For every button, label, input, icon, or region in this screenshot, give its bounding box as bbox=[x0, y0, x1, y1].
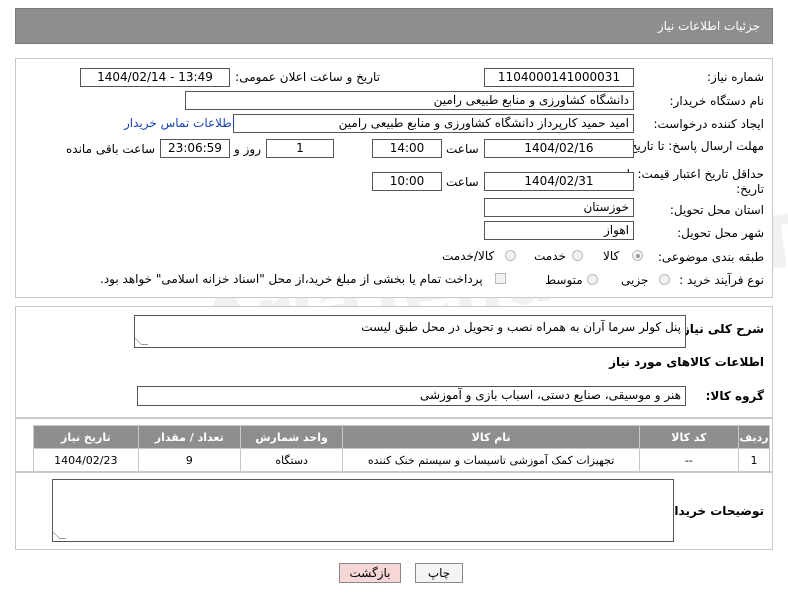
header-item-code: کد کالا bbox=[638, 425, 740, 449]
back-button[interactable]: بازگشت bbox=[339, 563, 401, 583]
description-field: پنل کولر سرما آران به همراه نصب و تحویل … bbox=[134, 315, 686, 348]
need-number-label: شماره نیاز: bbox=[707, 70, 764, 84]
print-button[interactable]: چاپ bbox=[415, 563, 463, 583]
cell-unit: دستگاه bbox=[239, 448, 344, 472]
treasury-payment-checkbox[interactable] bbox=[495, 273, 506, 284]
header-quantity: تعداد / مقدار bbox=[137, 425, 241, 449]
reply-time-field: 14:00 bbox=[372, 139, 442, 158]
header-unit: واحد شمارش bbox=[239, 425, 344, 449]
cell-row-number: 1 bbox=[738, 448, 770, 472]
category-radio-service[interactable] bbox=[572, 250, 583, 261]
page-title: جزئیات اطلاعات نیاز bbox=[657, 19, 760, 33]
category-radio-goods-service[interactable] bbox=[505, 250, 516, 261]
creator-field: امید حمید کارپرداز دانشگاه کشاورزی و منا… bbox=[233, 114, 634, 133]
table-row: 1 -- تجهیزات کمک آموزشی تاسیسات و سیستم … bbox=[33, 448, 770, 472]
need-number-field: 1104000141000031 bbox=[484, 68, 634, 87]
cell-item-code: -- bbox=[638, 448, 740, 472]
price-validity-label: حداقل تاریخ اعتبار قیمت: تا تاریخ: bbox=[626, 167, 764, 196]
day-and-label: روز و bbox=[234, 142, 261, 156]
reply-deadline-label: مهلت ارسال پاسخ: تا تاریخ: bbox=[625, 139, 764, 153]
header-item-name: نام کالا bbox=[342, 425, 640, 449]
creator-label: ایجاد کننده درخواست: bbox=[653, 117, 764, 131]
treasury-payment-note: پرداخت تمام یا بخشی از مبلغ خرید،از محل … bbox=[100, 272, 483, 286]
validity-hour-label: ساعت bbox=[446, 175, 479, 189]
city-label: شهر محل تحویل: bbox=[677, 226, 764, 240]
buyer-notes-label: توضیحات خریدار: bbox=[662, 504, 764, 518]
announce-field: 1404/02/14 - 13:49 bbox=[80, 68, 230, 87]
purchase-type-label: نوع فرآیند خرید : bbox=[679, 273, 764, 287]
province-field: خوزستان bbox=[484, 198, 634, 217]
province-label: استان محل تحویل: bbox=[669, 203, 764, 217]
cell-quantity: 9 bbox=[137, 448, 241, 472]
header-need-date: تاریخ نیاز bbox=[33, 425, 139, 449]
resize-grip-icon[interactable] bbox=[52, 532, 67, 539]
category-option-goods-service: کالا/خدمت bbox=[442, 249, 495, 263]
buyer-org-field: دانشگاه کشاورزی و منابع طبیعی رامین bbox=[185, 91, 634, 110]
goods-group-field: هنر و موسیقی، صنایع دستی، اسباب بازی و آ… bbox=[137, 386, 686, 406]
goods-section-title: اطلاعات کالاهای مورد نیاز bbox=[609, 355, 764, 369]
validity-time-field: 10:00 bbox=[372, 172, 442, 191]
remaining-time-field: 23:06:59 bbox=[160, 139, 230, 158]
announce-label: تاریخ و ساعت اعلان عمومی: bbox=[235, 70, 380, 84]
city-field: اهواز bbox=[484, 221, 634, 240]
reply-hour-label: ساعت bbox=[446, 142, 479, 156]
remaining-label: ساعت باقی مانده bbox=[66, 142, 156, 156]
goods-group-label: گروه کالا: bbox=[705, 389, 764, 403]
resize-grip-icon[interactable] bbox=[134, 338, 149, 345]
days-field: 1 bbox=[266, 139, 334, 158]
cell-need-date: 1404/02/23 bbox=[33, 448, 139, 472]
cell-item-name: تجهیزات کمک آموزشی تاسیسات و سیستم خنک ک… bbox=[342, 448, 640, 472]
buyer-notes-field[interactable] bbox=[52, 479, 674, 542]
table-header-row: ردیف کد کالا نام کالا واحد شمارش تعداد /… bbox=[33, 425, 770, 449]
purchase-option-medium: متوسط bbox=[545, 273, 583, 287]
reply-date-field: 1404/02/16 bbox=[484, 139, 634, 158]
items-table: ردیف کد کالا نام کالا واحد شمارش تعداد /… bbox=[33, 425, 770, 472]
category-radio-goods[interactable] bbox=[632, 250, 643, 261]
category-option-goods: کالا bbox=[603, 249, 620, 263]
description-label: شرح کلی نیاز: bbox=[678, 322, 764, 336]
buyer-org-label: نام دستگاه خریدار: bbox=[669, 94, 765, 108]
purchase-option-minor: جزیی bbox=[621, 273, 649, 287]
buyer-contact-link[interactable]: اطلاعات تماس خریدار bbox=[124, 116, 235, 130]
page-header: جزئیات اطلاعات نیاز bbox=[15, 8, 773, 44]
validity-date-field: 1404/02/31 bbox=[484, 172, 634, 191]
purchase-radio-minor[interactable] bbox=[659, 274, 670, 285]
header-row-number: ردیف bbox=[738, 425, 770, 449]
category-option-service: خدمت bbox=[534, 249, 566, 263]
purchase-radio-medium[interactable] bbox=[587, 274, 598, 285]
category-label: طبقه بندی موضوعی: bbox=[657, 250, 764, 264]
description-text: پنل کولر سرما آران به همراه نصب و تحویل … bbox=[361, 320, 681, 334]
